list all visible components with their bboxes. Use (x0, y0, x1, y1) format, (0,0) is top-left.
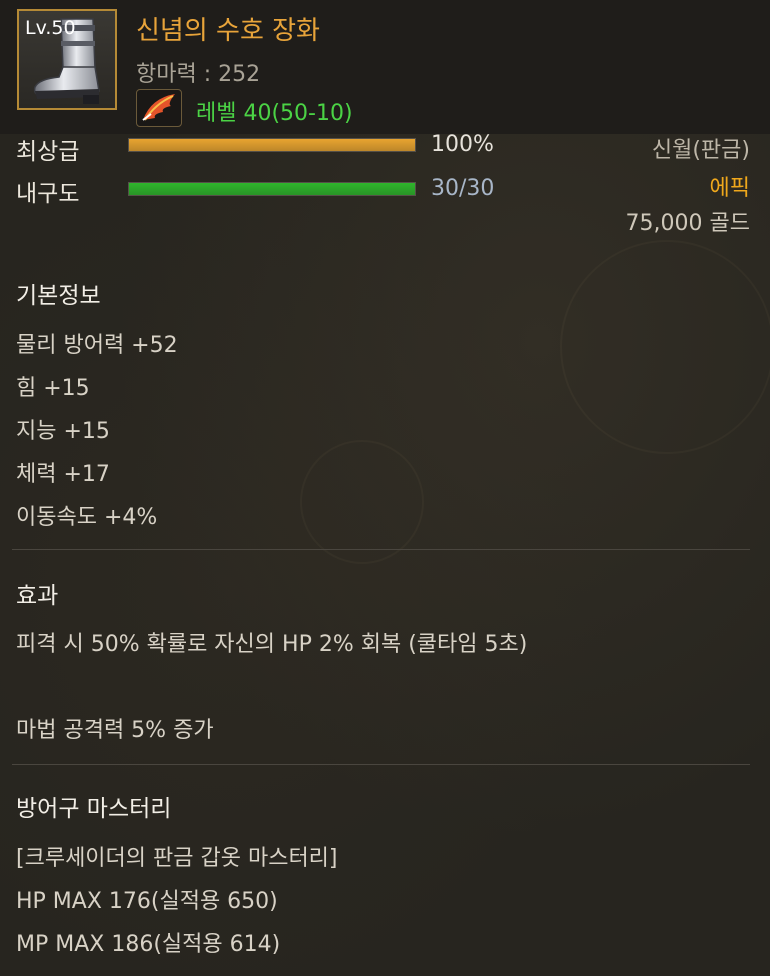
requirement-icon-frame (136, 89, 182, 127)
effect-title: 효과 (16, 583, 59, 609)
durability-bar-fill (129, 183, 415, 195)
durability-row: 내구도 30/30 에픽 (0, 170, 770, 210)
stat-line: 힘 +15 (16, 376, 90, 401)
item-name: 신념의 수호 장화 (136, 16, 320, 46)
grade-row: 최상급 100% 신월(판금) (0, 128, 770, 168)
grade-label: 최상급 (16, 139, 80, 165)
item-level-badge: Lv.50 (25, 17, 76, 39)
basic-info-title: 기본정보 (16, 283, 101, 309)
stat-line: 지능 +15 (16, 419, 110, 444)
durability-value: 30/30 (431, 176, 495, 201)
effect-line: 마법 공격력 5% 증가 (16, 718, 214, 743)
grade-bar (128, 138, 416, 152)
rarity-label: 에픽 (709, 176, 750, 201)
required-level: 레벨 40(50-10) (196, 101, 353, 126)
tooltip-header: Lv.50 신념의 수호 장화 항마력: 252 레벨 40(50-10) (0, 0, 770, 134)
durability-bar (128, 182, 416, 196)
item-icon-frame[interactable]: Lv.50 (17, 9, 117, 110)
mastery-line: MP MAX 186(실적용 614) (16, 932, 281, 957)
effect-line: 피격 시 50% 확률로 자신의 HP 2% 회복 (쿨타임 5초) (16, 632, 528, 657)
durability-label: 내구도 (16, 181, 80, 207)
mastery-line: [크루세이더의 판금 갑옷 마스터리] (16, 846, 338, 871)
feather-wing-icon (142, 94, 175, 121)
grade-bar-fill (129, 139, 415, 151)
background-emblem (560, 240, 770, 454)
item-tooltip: Lv.50 신념의 수호 장화 항마력: 252 레벨 40(50-10) 최… (0, 0, 770, 976)
item-resistance: 항마력 : 252 (136, 62, 261, 87)
mastery-line: HP MAX 176(실적용 650) (16, 889, 278, 914)
grade-value: 100% (431, 132, 494, 157)
background-emblem (300, 440, 424, 564)
section-divider (12, 764, 750, 765)
armor-type: 신월(판금) (651, 138, 750, 163)
section-divider (12, 549, 750, 550)
stat-line: 이동속도 +4% (16, 505, 158, 530)
mastery-title: 방어구 마스터리 (16, 796, 172, 822)
stat-line: 물리 방어력 +52 (16, 333, 178, 358)
stat-line: 체력 +17 (16, 462, 110, 487)
